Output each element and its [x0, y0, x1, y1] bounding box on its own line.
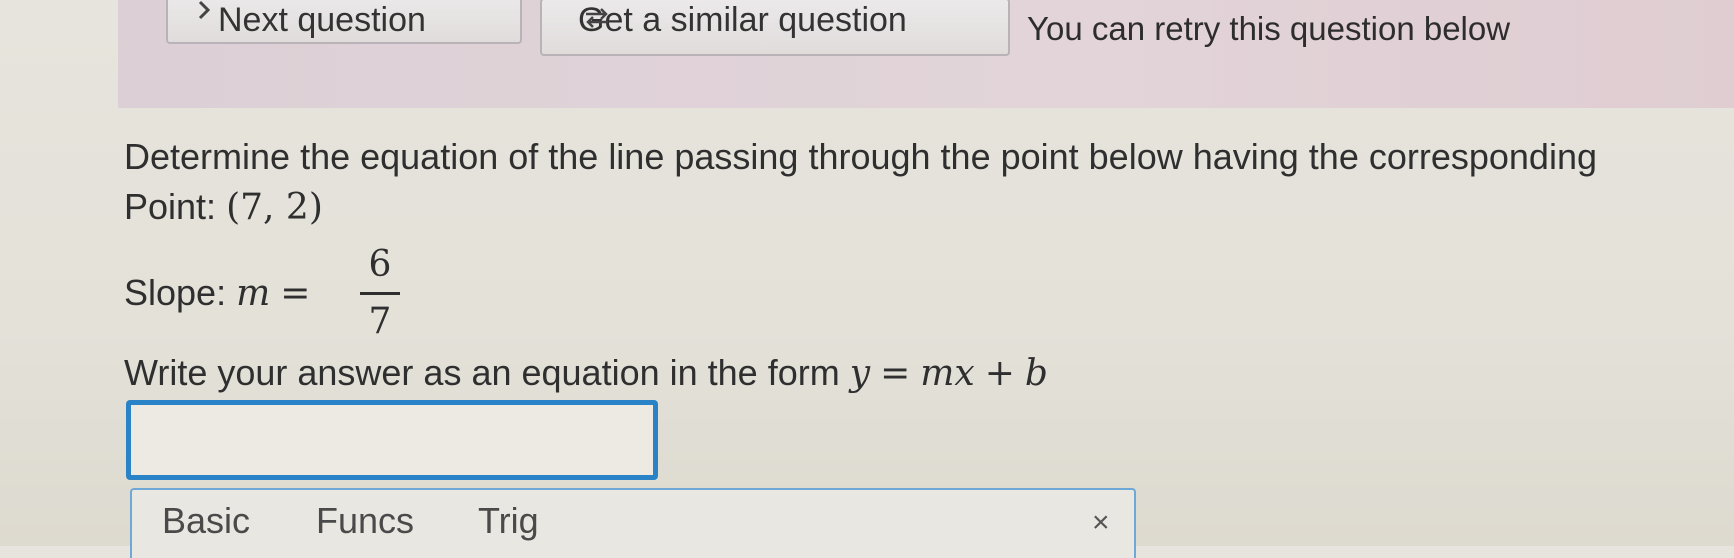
- form-equals: =: [880, 353, 911, 394]
- tab-basic[interactable]: Basic: [162, 500, 250, 542]
- chevron-right-icon: [198, 0, 211, 20]
- similar-question-label: Get a similar question: [578, 1, 907, 39]
- point-line: Point: (7, 2): [124, 186, 323, 228]
- instruction-text: Write your answer as an equation in the …: [124, 352, 840, 393]
- answer-input[interactable]: [126, 400, 658, 480]
- form-y: y: [849, 353, 871, 394]
- form-mx: mx: [920, 353, 975, 394]
- tab-trig[interactable]: Trig: [478, 500, 539, 542]
- point-label: Point:: [124, 186, 217, 227]
- slope-label: Slope:: [124, 272, 227, 313]
- next-question-button[interactable]: Next question: [166, 0, 522, 44]
- form-plus: +: [984, 353, 1015, 394]
- slope-equals: =: [280, 273, 311, 314]
- slope-fraction: 6 7: [360, 242, 400, 345]
- slope-numerator: 6: [368, 244, 392, 285]
- fraction-bar: [360, 292, 400, 295]
- instruction-line: Write your answer as an equation in the …: [124, 352, 1048, 394]
- form-b: b: [1024, 353, 1048, 394]
- math-keypad: Basic Funcs Trig ×: [130, 488, 1136, 558]
- similar-question-button[interactable]: Get a similar question: [540, 0, 1010, 56]
- retry-message: You can retry this question below: [1027, 10, 1511, 47]
- repeat-icon: [586, 8, 608, 28]
- slope-line: Slope: m =: [124, 272, 310, 314]
- tab-funcs[interactable]: Funcs: [316, 500, 414, 542]
- question-prompt: Determine the equation of the line passi…: [124, 136, 1597, 177]
- next-question-label: Next question: [218, 1, 426, 39]
- slope-variable: m: [236, 273, 271, 314]
- point-value: (7, 2): [226, 187, 323, 228]
- close-icon[interactable]: ×: [1092, 506, 1110, 540]
- slope-denominator: 7: [368, 301, 392, 342]
